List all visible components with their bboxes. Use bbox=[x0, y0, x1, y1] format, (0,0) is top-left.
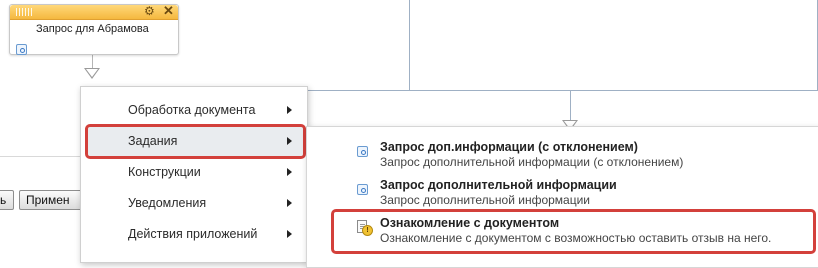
task-icon bbox=[357, 146, 368, 157]
drag-handle-icon[interactable] bbox=[16, 8, 34, 16]
activity-block[interactable]: ⚙ ✕ Запрос для Абрамова bbox=[9, 3, 179, 55]
menu-item-label: Уведомления bbox=[128, 196, 207, 210]
chevron-right-icon bbox=[287, 106, 292, 114]
submenu-item-info-request-rejection[interactable]: Запрос доп.информации (с отклонением) За… bbox=[307, 140, 818, 172]
divider-line bbox=[0, 156, 80, 157]
apply-button-label: Примен bbox=[26, 193, 70, 207]
submenu-item-title: Запрос доп.информации (с отклонением) bbox=[380, 140, 638, 154]
highlight-frame-document-review bbox=[331, 209, 816, 254]
gear-icon[interactable]: ⚙ bbox=[144, 4, 155, 18]
chevron-right-icon bbox=[287, 230, 292, 238]
save-button[interactable]: ь bbox=[0, 190, 14, 210]
chevron-right-icon bbox=[287, 199, 292, 207]
submenu-item-description: Запрос дополнительной информации bbox=[380, 193, 590, 207]
menu-item-app-actions[interactable]: Действия приложений bbox=[81, 219, 307, 249]
context-menu: Обработка документа Задания Конструкции … bbox=[80, 86, 308, 263]
close-icon[interactable]: ✕ bbox=[163, 3, 174, 19]
flow-arrow bbox=[84, 68, 100, 79]
chevron-right-icon bbox=[287, 168, 292, 176]
menu-item-constructions[interactable]: Конструкции bbox=[81, 157, 307, 187]
save-button-label: ь bbox=[0, 193, 7, 207]
submenu-item-description: Запрос дополнительной информации (с откл… bbox=[380, 155, 684, 169]
menu-item-label: Действия приложений bbox=[128, 227, 258, 241]
task-icon bbox=[357, 184, 368, 195]
menu-item-label: Конструкции bbox=[128, 165, 201, 179]
task-icon bbox=[16, 44, 27, 55]
connector-line bbox=[92, 53, 93, 69]
menu-item-label: Обработка документа bbox=[128, 103, 256, 117]
connector-line bbox=[302, 90, 818, 91]
submenu-item-info-request[interactable]: Запрос дополнительной информации Запрос … bbox=[307, 178, 818, 210]
highlight-frame-tasks bbox=[85, 124, 306, 159]
apply-button[interactable]: Примен bbox=[19, 190, 89, 210]
activity-block-header[interactable]: ⚙ ✕ bbox=[10, 3, 178, 20]
menu-item-notifications[interactable]: Уведомления bbox=[81, 188, 307, 218]
activity-block-title: Запрос для Абрамова bbox=[36, 23, 149, 35]
submenu-item-title: Запрос дополнительной информации bbox=[380, 178, 617, 192]
menu-item-document-processing[interactable]: Обработка документа bbox=[81, 95, 307, 125]
connector-line bbox=[409, 0, 410, 90]
